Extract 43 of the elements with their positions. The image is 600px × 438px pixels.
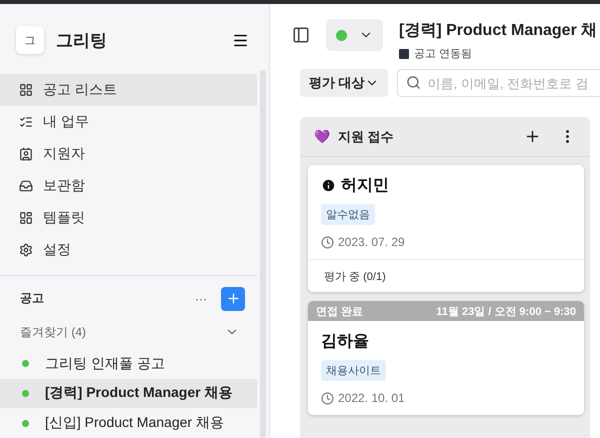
sidebar-toggle-icon[interactable] bbox=[292, 26, 310, 44]
nav-item[interactable]: 지원자 bbox=[0, 138, 257, 170]
grid-icon bbox=[19, 83, 33, 98]
nav-item[interactable]: 설정 bbox=[0, 234, 257, 266]
applied-date: 2023. 07. 29 bbox=[338, 235, 405, 249]
filter-dropdown[interactable]: 평가 대상 bbox=[300, 69, 388, 97]
applied-date: 2022. 10. 01 bbox=[338, 391, 405, 405]
clock-icon bbox=[321, 392, 334, 404]
column-title: 지원 접수 bbox=[338, 128, 395, 146]
job-title: [경력] Product Manager 채 bbox=[399, 21, 598, 41]
linked-label: 공고 연동됨 bbox=[399, 46, 598, 61]
applicant-card[interactable]: 면접 완료 11월 23일 / 오전 9:00 ~ 9:30 김하율 채용사이트 2022. 10. 01 bbox=[308, 301, 584, 415]
source-tag: 채용사이트 bbox=[321, 360, 386, 381]
heart-icon: 💜 bbox=[314, 129, 330, 144]
add-icon[interactable] bbox=[524, 128, 541, 145]
nav-item[interactable]: 보관함 bbox=[0, 170, 257, 202]
job-item[interactable]: 그리팅 인재풀 공고 bbox=[0, 348, 257, 379]
clock-icon bbox=[321, 236, 334, 248]
nav-item[interactable]: 템플릿 bbox=[0, 202, 257, 234]
inbox-icon bbox=[19, 179, 33, 194]
settings-icon bbox=[19, 243, 33, 258]
logo: 그 bbox=[16, 26, 44, 54]
interview-status: 면접 완료 bbox=[316, 304, 364, 318]
source-tag: 알수없음 bbox=[321, 204, 375, 225]
section-title: 공고 bbox=[20, 290, 45, 308]
checklist-icon bbox=[19, 115, 33, 130]
favorites-label: 즐겨찾기 (4) bbox=[20, 324, 87, 341]
job-item[interactable]: [경력] Product Manager 채용 bbox=[0, 378, 257, 408]
applicant-name: 김하율 bbox=[321, 332, 369, 352]
job-item[interactable]: [신입] Product Manager 채용 bbox=[0, 408, 257, 438]
evaluation-status: 평가 중 (0/1) bbox=[324, 270, 386, 284]
nav-item[interactable]: 내 업무 bbox=[0, 106, 257, 138]
applicant-name: 허지민 bbox=[341, 176, 389, 196]
add-button[interactable] bbox=[221, 286, 245, 311]
more-button[interactable]: ··· bbox=[195, 292, 207, 306]
nav-item[interactable]: 공고 리스트 bbox=[0, 74, 257, 106]
blocks-icon bbox=[19, 211, 33, 226]
search-field[interactable]: 이름, 이메일, 전화번호로 검 bbox=[396, 69, 600, 97]
contact-card-icon bbox=[19, 147, 33, 162]
plus-icon bbox=[226, 291, 240, 306]
applicant-card[interactable]: 허지민 알수없음 2023. 07. 29 평가 중 (0/1) bbox=[308, 165, 584, 292]
interview-schedule: 11월 23일 / 오전 9:00 ~ 9:30 bbox=[436, 304, 576, 318]
app-name: 그리팅 bbox=[56, 30, 108, 52]
